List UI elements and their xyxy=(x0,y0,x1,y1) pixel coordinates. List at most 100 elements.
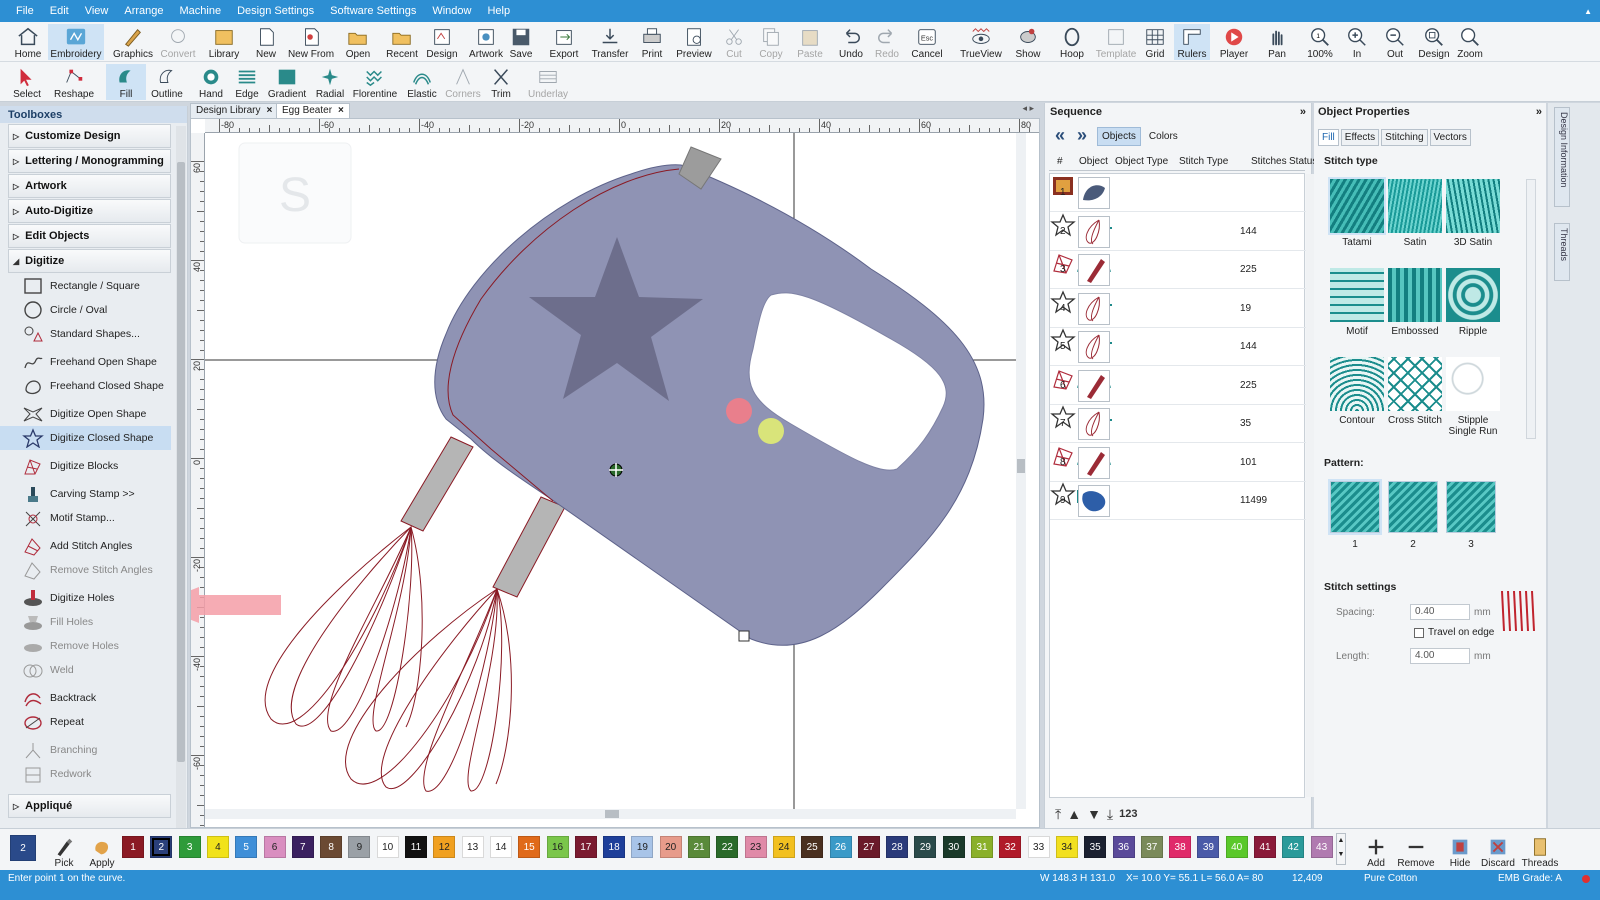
color-chip[interactable]: 43 xyxy=(1310,836,1333,858)
pattern-2[interactable]: 2 xyxy=(1388,481,1438,550)
toolbar1-transfer-button[interactable]: Transfer xyxy=(590,24,630,60)
color-chip[interactable]: 16 xyxy=(546,836,569,858)
tool-carving-stamp[interactable]: Carving Stamp >> xyxy=(0,482,171,506)
table-row[interactable]: 2 144 xyxy=(1050,212,1306,251)
color-chip[interactable]: 41 xyxy=(1254,836,1276,858)
tab-design-information[interactable]: Design Information xyxy=(1554,107,1570,207)
hide-color-button[interactable]: Hide xyxy=(1440,831,1480,869)
color-chip[interactable]: 22 xyxy=(716,836,739,858)
toolbar1-design-button[interactable]: Design xyxy=(1416,24,1452,60)
tab-fill[interactable]: Fill xyxy=(1318,129,1339,146)
length-input[interactable]: 4.00 xyxy=(1410,648,1470,664)
previous-object-icon[interactable]: « xyxy=(1049,126,1071,146)
toolbar1-recent-button[interactable]: Recent xyxy=(382,24,422,60)
toolbar1-hoop-button[interactable]: Hoop xyxy=(1054,24,1090,60)
move-down-icon[interactable]: ▼ xyxy=(1087,806,1101,822)
toolbar1-open-button[interactable]: Open xyxy=(338,24,378,60)
toolbar1-cut-button[interactable]: Cut xyxy=(718,24,750,60)
tool-rectangle-square[interactable]: Rectangle / Square xyxy=(0,274,171,298)
design-drawing[interactable]: S xyxy=(191,119,1040,828)
tool-freehand-closed-shape[interactable]: Freehand Closed Shape xyxy=(0,374,171,398)
color-chip[interactable]: 14 xyxy=(489,836,512,858)
color-chip[interactable]: 27 xyxy=(857,836,880,858)
color-chip[interactable]: 21 xyxy=(688,836,710,858)
color-chip[interactable]: 18 xyxy=(603,836,626,858)
toolbar1-new-button[interactable]: New xyxy=(250,24,282,60)
move-first-icon[interactable]: ⤒ xyxy=(1055,806,1061,823)
color-chip[interactable]: 39 xyxy=(1197,836,1220,858)
current-color-swatch[interactable]: 2 xyxy=(10,835,36,861)
toolbar1-design-button[interactable]: Design xyxy=(422,24,462,60)
travel-on-edge-checkbox[interactable] xyxy=(1414,628,1424,638)
tool-remove-stitch-angles[interactable]: Remove Stitch Angles xyxy=(0,558,171,582)
toolbox-group-artwork[interactable]: ▷ Artwork xyxy=(8,174,171,198)
stitch-type-embossed[interactable]: Embossed xyxy=(1388,268,1442,337)
whisk-left[interactable] xyxy=(264,525,423,732)
table-row[interactable]: 1 xyxy=(1050,174,1306,212)
tool-digitize-closed-shape[interactable]: Digitize Closed Shape xyxy=(0,426,171,450)
toolbar1-home-button[interactable]: Home xyxy=(8,24,48,60)
color-chip[interactable]: 9 xyxy=(348,836,371,858)
toolbar1-in-button[interactable]: In xyxy=(1342,24,1372,60)
toolbox-group-lettering-monogramming[interactable]: ▷ Lettering / Monogramming xyxy=(8,149,171,173)
next-object-icon[interactable]: » xyxy=(1071,126,1093,146)
table-row[interactable]: 3 225 xyxy=(1050,251,1306,289)
toolbar1-pan-button[interactable]: Pan xyxy=(1262,24,1292,60)
tool-repeat[interactable]: Repeat xyxy=(0,710,171,734)
menu-window[interactable]: Window xyxy=(424,5,479,17)
tool-redwork[interactable]: Redwork xyxy=(0,762,171,786)
remove-color-button[interactable]: Remove xyxy=(1396,831,1436,869)
toolbar2-radial-button[interactable]: Radial xyxy=(312,64,348,100)
toolbar2-elastic-button[interactable]: Elastic xyxy=(402,64,442,100)
whisk-left-shaft[interactable] xyxy=(400,436,474,532)
toolbar1-template-button[interactable]: Template xyxy=(1094,24,1138,60)
toolbar1-print-button[interactable]: Print xyxy=(634,24,670,60)
toolbox-group-customize-design[interactable]: ▷ Customize Design xyxy=(8,124,171,148)
color-chip[interactable]: 28 xyxy=(886,836,909,858)
discard-color-button[interactable]: Discard xyxy=(1478,831,1518,869)
toolbox-group-digitize[interactable]: ◢ Digitize xyxy=(8,249,171,273)
tab-design-library[interactable]: Design Library × xyxy=(190,103,279,118)
pattern-1[interactable]: 1 xyxy=(1328,479,1382,550)
toolbar2-corners-button[interactable]: Corners xyxy=(442,64,484,100)
toolbar2-florentine-button[interactable]: Florentine xyxy=(352,64,398,100)
threads-color-button[interactable]: Threads xyxy=(1520,831,1560,869)
sort-by-number-icon[interactable]: 123 xyxy=(1119,808,1137,820)
mixer-yellow-button[interactable] xyxy=(758,418,784,444)
tool-add-stitch-angles[interactable]: Add Stitch Angles xyxy=(0,534,171,558)
expand-icon[interactable]: » xyxy=(1300,106,1306,118)
toolbar1-convert-button[interactable]: Convert xyxy=(158,24,198,60)
toolbox-group-applique[interactable]: ▷ Appliqué xyxy=(8,794,171,818)
toolbar2-hand-button[interactable]: Hand xyxy=(194,64,228,100)
toolbar1-library-button[interactable]: Library xyxy=(204,24,244,60)
toolbar1-trueview-button[interactable]: TrueView xyxy=(958,24,1004,60)
toolbar2-fill-button[interactable]: Fill xyxy=(106,64,146,100)
toolbar1-cancel-button[interactable]: Esc Cancel xyxy=(910,24,944,60)
color-chip[interactable]: 42 xyxy=(1282,836,1305,858)
menu-software-settings[interactable]: Software Settings xyxy=(322,5,424,17)
table-row[interactable]: 9 11499 xyxy=(1050,482,1306,520)
color-chip[interactable]: 35 xyxy=(1084,836,1107,858)
pattern-3[interactable]: 3 xyxy=(1446,481,1496,550)
menu-design-settings[interactable]: Design Settings xyxy=(229,5,322,17)
close-icon[interactable]: × xyxy=(266,105,272,116)
menu-help[interactable]: Help xyxy=(479,5,518,17)
toolbar2-gradient-button[interactable]: Gradient xyxy=(266,64,308,100)
color-chip[interactable]: 12 xyxy=(433,836,456,858)
color-chip[interactable]: 20 xyxy=(659,836,682,858)
color-chip[interactable]: 1 xyxy=(122,836,144,858)
color-chip[interactable]: 17 xyxy=(574,836,597,858)
toolbox-group-edit-objects[interactable]: ▷ Edit Objects xyxy=(8,224,171,248)
tool-circle-oval[interactable]: Circle / Oval xyxy=(0,298,171,322)
tool-standard-shapes[interactable]: Standard Shapes... xyxy=(0,322,171,346)
tool-freehand-open-shape[interactable]: Freehand Open Shape xyxy=(0,350,171,374)
toolbar1-copy-button[interactable]: Copy xyxy=(754,24,788,60)
tool-remove-holes[interactable]: Remove Holes xyxy=(0,634,171,658)
tab-egg-beater[interactable]: Egg Beater × xyxy=(276,103,350,118)
object-handle-icon[interactable] xyxy=(738,630,750,642)
toolbar1-grid-button[interactable]: Grid xyxy=(1138,24,1172,60)
tool-digitize-holes[interactable]: Digitize Holes xyxy=(0,586,171,610)
design-canvas[interactable]: -80 -60 -40 -20 0 20 40 60 80 60 40 20 0 -20 -40 -60 S xyxy=(190,118,1040,828)
color-chip[interactable]: 30 xyxy=(942,836,965,858)
tool-branching[interactable]: Branching xyxy=(0,738,171,762)
